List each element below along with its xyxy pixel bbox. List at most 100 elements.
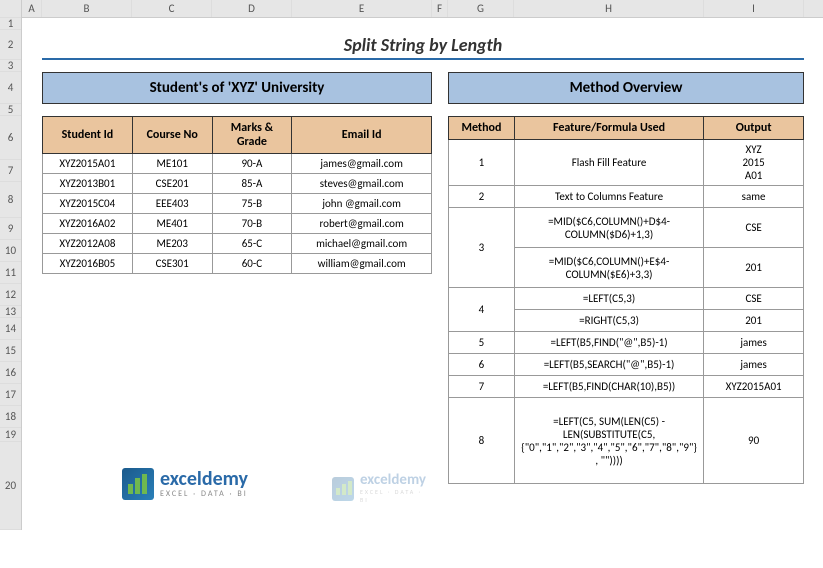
cell[interactable]: XYZ2012A08 — [43, 234, 133, 254]
col-email[interactable]: Email Id — [292, 117, 432, 154]
feature-cell[interactable]: =LEFT(B5,FIND("@",B5)-1) — [514, 332, 703, 354]
row-header[interactable]: 17 — [0, 384, 21, 406]
row-header[interactable]: 13 — [0, 306, 21, 318]
output-cell[interactable]: 90 — [704, 398, 804, 484]
col-header[interactable]: H — [514, 0, 704, 17]
feature-cell[interactable]: Text to Columns Feature — [514, 186, 703, 208]
output-cell[interactable]: same — [704, 186, 804, 208]
col-header[interactable]: F — [432, 0, 448, 17]
col-header[interactable]: B — [42, 0, 132, 17]
feature-cell[interactable]: =LEFT(C5,3) — [514, 288, 703, 310]
cell[interactable]: ME401 — [132, 214, 212, 234]
table-row[interactable]: XYZ2016B05CSE30160-Cwilliam@gmail.com — [43, 254, 432, 274]
cell[interactable]: CSE201 — [132, 174, 212, 194]
table-row[interactable]: 7=LEFT(B5,FIND(CHAR(10),B5))XYZ2015A01 — [449, 376, 804, 398]
cell[interactable]: robert@gmail.com — [292, 214, 432, 234]
table-row[interactable]: 8=LEFT(C5, SUM(LEN(C5) - LEN(SUBSTITUTE(… — [449, 398, 804, 484]
row-header[interactable]: 16 — [0, 362, 21, 384]
row-header[interactable]: 11 — [0, 262, 21, 284]
method-cell[interactable]: 8 — [449, 398, 515, 484]
col-header[interactable]: C — [132, 0, 212, 17]
method-cell[interactable]: 3 — [449, 208, 515, 288]
output-cell[interactable]: XYZ2015A01 — [704, 376, 804, 398]
table-row[interactable]: XYZ2015A01ME10190-Ajames@gmail.com — [43, 154, 432, 174]
row-header[interactable]: 5 — [0, 104, 21, 116]
feature-cell[interactable]: =LEFT(C5, SUM(LEN(C5) - LEN(SUBSTITUTE(C… — [514, 398, 703, 484]
col-output[interactable]: Output — [704, 117, 804, 140]
row-header[interactable]: 14 — [0, 318, 21, 340]
row-header[interactable]: 18 — [0, 406, 21, 428]
cell[interactable]: XYZ2015A01 — [43, 154, 133, 174]
method-cell[interactable]: 2 — [449, 186, 515, 208]
cell[interactable]: 75-B — [212, 194, 292, 214]
row-header[interactable]: 8 — [0, 182, 21, 218]
row-header[interactable]: 3 — [0, 60, 21, 72]
table-row[interactable]: 2Text to Columns Featuresame — [449, 186, 804, 208]
row-header[interactable]: 12 — [0, 284, 21, 306]
table-row[interactable]: 4=LEFT(C5,3)CSE — [449, 288, 804, 310]
col-feature[interactable]: Feature/Formula Used — [514, 117, 703, 140]
cell[interactable]: EEE403 — [132, 194, 212, 214]
row-header[interactable]: 6 — [0, 116, 21, 160]
cell[interactable]: john @gmail.com — [292, 194, 432, 214]
feature-cell[interactable]: =RIGHT(C5,3) — [514, 310, 703, 332]
feature-cell[interactable]: =MID($C6,COLUMN()+E$4-COLUMN($E6)+3,3) — [514, 248, 703, 288]
cell[interactable]: 90-A — [212, 154, 292, 174]
col-student-id[interactable]: Student Id — [43, 117, 133, 154]
cell[interactable]: XYZ2015C04 — [43, 194, 133, 214]
output-cell[interactable]: CSE — [704, 288, 804, 310]
output-cell[interactable]: XYZ 2015 A01 — [704, 140, 804, 186]
feature-cell[interactable]: =LEFT(B5,FIND(CHAR(10),B5)) — [514, 376, 703, 398]
output-cell[interactable]: CSE — [704, 208, 804, 248]
col-method[interactable]: Method — [449, 117, 515, 140]
table-row[interactable]: XYZ2013B01CSE20185-Asteves@gmail.com — [43, 174, 432, 194]
cell[interactable]: 60-C — [212, 254, 292, 274]
feature-cell[interactable]: =LEFT(B5,SEARCH("@",B5)-1) — [514, 354, 703, 376]
table-row[interactable]: 5=LEFT(B5,FIND("@",B5)-1)james — [449, 332, 804, 354]
cell[interactable]: XYZ2013B01 — [43, 174, 133, 194]
cell[interactable]: 70-B — [212, 214, 292, 234]
cell[interactable]: 85-A — [212, 174, 292, 194]
table-row[interactable]: XYZ2016A02ME40170-Brobert@gmail.com — [43, 214, 432, 234]
output-cell[interactable]: james — [704, 354, 804, 376]
table-row[interactable]: XYZ2012A08ME20365-Cmichael@gmail.com — [43, 234, 432, 254]
col-header[interactable]: G — [448, 0, 514, 17]
col-course-no[interactable]: Course No — [132, 117, 212, 154]
cell[interactable]: 65-C — [212, 234, 292, 254]
row-header[interactable]: 20 — [0, 442, 21, 530]
output-cell[interactable]: 201 — [704, 248, 804, 288]
col-header[interactable]: D — [212, 0, 292, 17]
cell[interactable]: william@gmail.com — [292, 254, 432, 274]
method-cell[interactable]: 1 — [449, 140, 515, 186]
col-header[interactable]: A — [22, 0, 42, 17]
cell[interactable]: ME101 — [132, 154, 212, 174]
cell[interactable]: XYZ2016B05 — [43, 254, 133, 274]
row-header[interactable]: 1 — [0, 18, 21, 30]
cell[interactable]: james@gmail.com — [292, 154, 432, 174]
row-header[interactable]: 15 — [0, 340, 21, 362]
row-header[interactable]: 7 — [0, 160, 21, 182]
col-marks-grade[interactable]: Marks & Grade — [212, 117, 292, 154]
output-cell[interactable]: 201 — [704, 310, 804, 332]
row-header[interactable]: 4 — [0, 72, 21, 104]
table-row[interactable]: XYZ2015C04EEE40375-Bjohn @gmail.com — [43, 194, 432, 214]
cell[interactable]: michael@gmail.com — [292, 234, 432, 254]
col-header[interactable]: I — [704, 0, 804, 17]
feature-cell[interactable]: =MID($C6,COLUMN()+D$4-COLUMN($D6)+1,3) — [514, 208, 703, 248]
cell[interactable]: XYZ2016A02 — [43, 214, 133, 234]
row-header[interactable]: 19 — [0, 428, 21, 442]
method-cell[interactable]: 4 — [449, 288, 515, 332]
col-header[interactable]: E — [292, 0, 432, 17]
method-cell[interactable]: 6 — [449, 354, 515, 376]
table-row[interactable]: 1Flash Fill FeatureXYZ 2015 A01 — [449, 140, 804, 186]
table-row[interactable]: 6=LEFT(B5,SEARCH("@",B5)-1)james — [449, 354, 804, 376]
method-cell[interactable]: 5 — [449, 332, 515, 354]
row-header[interactable]: 10 — [0, 240, 21, 262]
output-cell[interactable]: james — [704, 332, 804, 354]
method-cell[interactable]: 7 — [449, 376, 515, 398]
row-header[interactable]: 9 — [0, 218, 21, 240]
cell[interactable]: steves@gmail.com — [292, 174, 432, 194]
cell[interactable]: ME203 — [132, 234, 212, 254]
table-row[interactable]: 3=MID($C6,COLUMN()+D$4-COLUMN($D6)+1,3)C… — [449, 208, 804, 248]
row-header[interactable]: 2 — [0, 30, 21, 60]
